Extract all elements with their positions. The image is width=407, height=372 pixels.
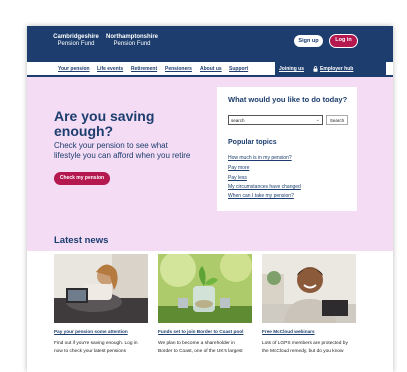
page: Cambridgeshire Pension Fund Northamptons… (27, 26, 393, 372)
logo-northamptonshire-name: Northamptonshire (105, 34, 158, 40)
news-summary-line: Find out if you're saving enough. Log in (54, 341, 138, 346)
news-summary-line: Border to Coast, one of the UK's largest (158, 349, 243, 354)
news-summary-line: now to check your latest pensions (54, 349, 126, 354)
nav-about-us[interactable]: About us (200, 66, 222, 72)
topic-link[interactable]: When can I take my pension? (228, 193, 294, 199)
news-link[interactable]: Funds set to join Border to Coast pool (158, 329, 243, 334)
popular-topics-title: Popular topics (228, 139, 277, 146)
chevron-down-icon: ⌄ (315, 117, 320, 123)
latest-news-title: Latest news (54, 235, 109, 246)
sign-up-button[interactable]: Sign up (294, 35, 323, 47)
news-summary-line: Lots of LGPS members are protected by (262, 341, 348, 346)
search-button[interactable]: Search (326, 115, 348, 125)
hero-subtitle: Check your pension to see what lifestyle… (54, 141, 191, 160)
news-image-coins-art (158, 254, 252, 323)
lock-icon (313, 66, 318, 72)
search-input-value: search (231, 118, 245, 123)
site-header: Cambridgeshire Pension Fund Northamptons… (27, 26, 393, 62)
logo-cambridgeshire[interactable]: Cambridgeshire Pension Fund (49, 34, 103, 48)
news-image-man-art (262, 254, 356, 323)
check-my-pension-button[interactable]: Check my pension (54, 172, 110, 185)
log-in-button[interactable]: Log in (329, 34, 358, 48)
search-card-title: What would you like to do today? (228, 95, 348, 104)
news-image-man[interactable] (262, 254, 356, 323)
hero-title: Are you saving enough? (54, 108, 155, 139)
news-summary: We plan to become a shareholder in Borde… (158, 340, 252, 356)
logo-cambridgeshire-sub: Pension Fund (57, 41, 95, 47)
search-card: What would you like to do today? search … (217, 87, 357, 211)
news-image-laptop[interactable] (54, 254, 148, 323)
search-input[interactable]: search ⌄ (228, 115, 323, 125)
news-summary: Lots of LGPS members are protected by th… (262, 340, 356, 356)
topic-link[interactable]: How much is in my pension? (228, 155, 292, 161)
topic-link[interactable]: Pay less (228, 175, 247, 181)
nav-pensioners[interactable]: Pensioners (165, 66, 192, 72)
news-image-laptop-art (54, 254, 148, 323)
nav-life-events[interactable]: Life events (97, 66, 123, 72)
nav-joining-us[interactable]: Joining us (279, 66, 304, 72)
topic-link[interactable]: My circumstances have changed (228, 184, 301, 190)
news-image-coins[interactable] (158, 254, 252, 323)
nav-your-pension[interactable]: Your pension (58, 66, 90, 72)
nav-retirement[interactable]: Retirement (131, 66, 157, 72)
nav-employer-hub[interactable]: Employer hub (320, 66, 353, 72)
news-link[interactable]: Free McCloud webinars (262, 329, 315, 334)
logo-northamptonshire[interactable]: Northamptonshire Pension Fund (101, 34, 163, 48)
logo-northamptonshire-sub: Pension Fund (113, 41, 151, 47)
news-summary-line: the McCloud remedy, but do you know (262, 349, 344, 354)
news-summary: Find out if you're saving enough. Log in… (54, 340, 148, 356)
main-nav: Your pension Life events Retirement Pens… (27, 62, 393, 75)
hero-section: Are you saving enough? Check your pensio… (27, 77, 393, 251)
news-summary-line: We plan to become a shareholder in (158, 341, 235, 346)
news-link[interactable]: Pay your pension some attention (54, 329, 128, 334)
logo-cambridgeshire-name: Cambridgeshire (53, 34, 99, 40)
nav-support[interactable]: Support (229, 66, 248, 72)
topic-link[interactable]: Pay more (228, 165, 249, 171)
nav-secondary: Joining us Employer hub (275, 62, 386, 75)
